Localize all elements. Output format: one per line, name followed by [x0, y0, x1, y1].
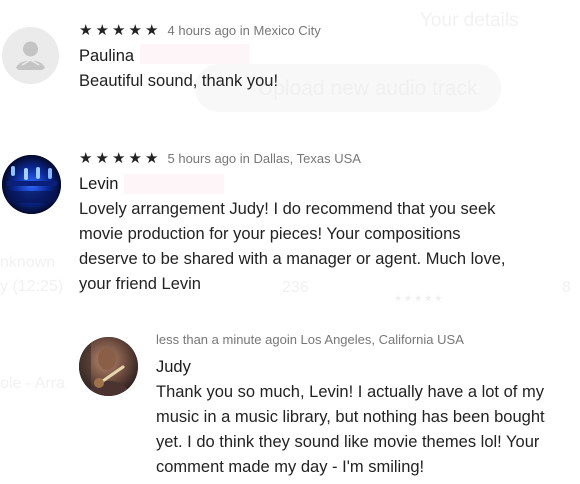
blue-lights-photo [2, 155, 61, 214]
comment-time: 5 hours ago [167, 150, 237, 166]
bg-section-heading: Your details [420, 10, 519, 31]
star-icon: ★ [145, 22, 159, 39]
reply-text-line: comment made my day - I'm smiling! [156, 458, 425, 476]
location-prefix: in [286, 332, 301, 347]
location-prefix: in [236, 150, 254, 166]
star-icon: ★ [95, 150, 109, 167]
comment-text: Beautiful sound, thank you! [79, 72, 279, 90]
comment-text-line: deserve to be shared with a manager or a… [79, 250, 506, 268]
star-icon: ★ [95, 22, 109, 39]
star-icon: ★ [79, 22, 93, 39]
comment-text-line: Lovely arrangement Judy! I do recommend … [79, 200, 496, 218]
star-icon: ★ [79, 150, 93, 167]
star-icon: ★ [145, 150, 159, 167]
avatar[interactable] [2, 155, 61, 214]
comment-text: Lovely arrangement Judy! I do recommend … [79, 197, 574, 297]
bg-highlight-strip [140, 44, 250, 64]
comments-overlay: Your details Upload new audio track nkno… [0, 0, 580, 484]
comment-author[interactable]: Paulina [79, 47, 134, 66]
location-prefix: in [236, 22, 254, 38]
comment-time: 4 hours ago [167, 22, 237, 38]
avatar[interactable] [2, 27, 59, 84]
star-icon: ★ [112, 150, 126, 167]
comment-meta: ★ ★ ★ ★ ★ 5 hours ago in Dallas, Texas USA [79, 149, 361, 167]
rating-stars: ★ ★ ★ ★ ★ [79, 21, 162, 39]
comment-location: Mexico City [253, 22, 321, 38]
reply-time: less than a minute ago [156, 332, 287, 347]
default-person-icon [2, 27, 59, 84]
rating-stars: ★ ★ ★ ★ ★ [79, 149, 162, 167]
reply-text-line: music in a music library, but nothing ha… [156, 408, 545, 426]
comment-text-line: movie production for your pieces! Your c… [79, 225, 461, 243]
reply-meta: less than a minute ago in Los Angeles, Ca… [156, 332, 464, 347]
star-icon: ★ [112, 22, 126, 39]
comment-location: Dallas, Texas USA [253, 150, 361, 166]
comment-meta: ★ ★ ★ ★ ★ 4 hours ago in Mexico City [79, 21, 321, 39]
reply-location: Los Angeles, California USA [300, 332, 464, 347]
bg-highlight-strip [124, 174, 224, 194]
reply-text-line: Thank you so much, Levin! I actually hav… [156, 383, 544, 401]
star-icon: ★ [128, 22, 142, 39]
guitarist-photo [79, 337, 138, 396]
bg-list-fragment: nknown [0, 254, 56, 271]
bg-list-fragment: y (12:25) [0, 278, 64, 295]
reply-text: Thank you so much, Levin! I actually hav… [156, 380, 576, 480]
bg-list-fragment: ole - Arra [0, 375, 65, 392]
comment-author[interactable]: Levin [79, 175, 118, 194]
avatar[interactable] [79, 337, 138, 396]
reply-text-line: yet. I do think they sound like movie th… [156, 433, 540, 451]
comment-text-line: your friend Levin [79, 275, 201, 293]
star-icon: ★ [128, 150, 142, 167]
reply-author[interactable]: Judy [156, 358, 191, 377]
